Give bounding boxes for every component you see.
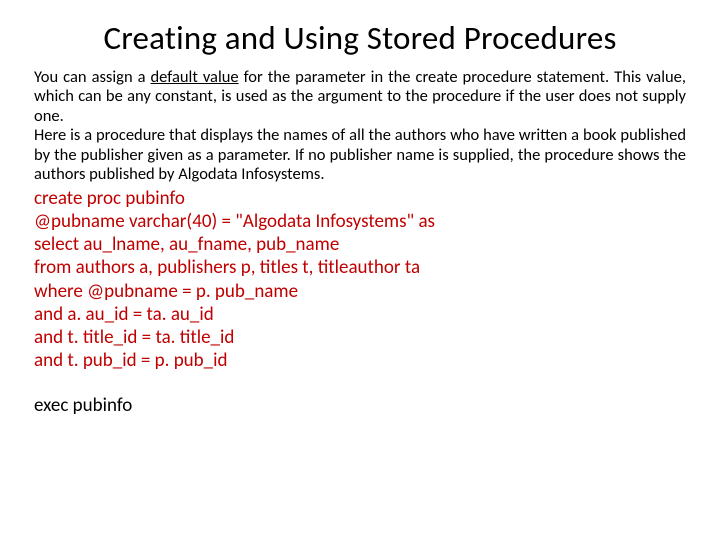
code-line-4: from authors a, publishers p, titles t, … xyxy=(34,256,686,279)
sql-code-block: create proc pubinfo @pubname varchar(40)… xyxy=(34,187,686,372)
code-line-6: and a. au_id = ta. au_id xyxy=(34,303,686,326)
code-line-2: @pubname varchar(40) = "Algodata Infosys… xyxy=(34,210,686,233)
default-value-underline: default value xyxy=(151,67,239,87)
para-1a: You can assign a xyxy=(34,67,151,87)
code-line-1: create proc pubinfo xyxy=(34,187,686,210)
code-line-5: where @pubname = p. pub_name xyxy=(34,280,686,303)
second-paragraph: Here is a procedure that displays the na… xyxy=(34,126,686,184)
code-line-8: and t. pub_id = p. pub_id xyxy=(34,349,686,372)
exec-line: exec pubinfo xyxy=(34,394,686,417)
code-line-7: and t. title_id = ta. title_id xyxy=(34,326,686,349)
code-line-3: select au_lname, au_fname, pub_name xyxy=(34,233,686,256)
intro-paragraph: You can assign a default value for the p… xyxy=(34,68,686,126)
slide-title: Creating and Using Stored Procedures xyxy=(34,18,686,58)
slide: Creating and Using Stored Procedures You… xyxy=(0,0,720,540)
